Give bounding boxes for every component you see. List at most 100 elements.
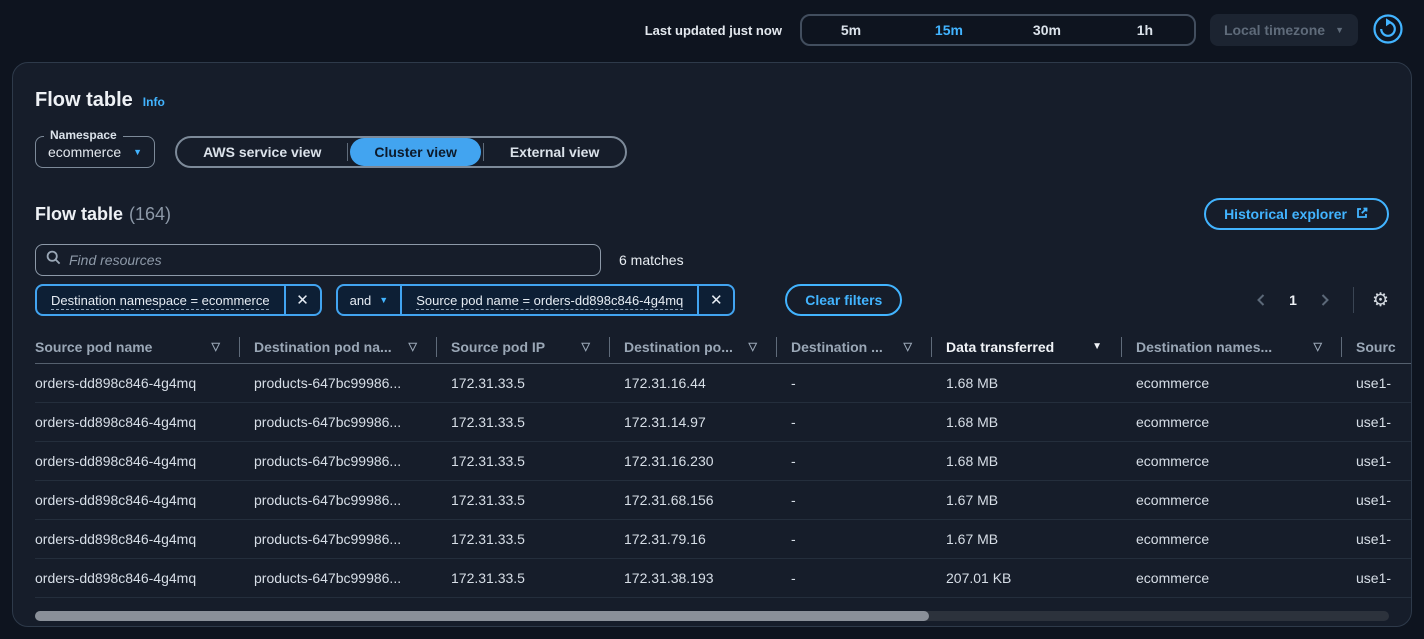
tools-divider bbox=[1353, 287, 1354, 313]
view-segmented-control: AWS service view Cluster view External v… bbox=[175, 136, 627, 168]
table-row[interactable]: orders-dd898c846-4g4mq products-647bc999… bbox=[35, 403, 1411, 442]
cell-destination-pod-name: products-647bc99986... bbox=[254, 375, 451, 391]
chevron-down-icon: ▼ bbox=[379, 296, 388, 305]
cell-destination-pod-ip: 172.31.16.230 bbox=[624, 453, 791, 469]
clear-filters-label: Clear filters bbox=[805, 292, 882, 308]
filter-triangle-icon[interactable]: ▽ bbox=[582, 340, 590, 353]
search-icon bbox=[46, 250, 61, 270]
table-row[interactable]: orders-dd898c846-4g4mq products-647bc999… bbox=[35, 559, 1411, 598]
close-icon[interactable]: ✕ bbox=[286, 286, 320, 314]
cell-source-pod-name: orders-dd898c846-4g4mq bbox=[35, 414, 254, 430]
column-header-destination-namespace[interactable]: Destination names... ▽ bbox=[1136, 330, 1356, 363]
filter-row: Destination namespace = ecommerce ✕ and … bbox=[35, 284, 1389, 316]
match-count: 6 matches bbox=[619, 252, 684, 268]
search-input[interactable] bbox=[69, 252, 590, 268]
cell-source-pod-name: orders-dd898c846-4g4mq bbox=[35, 453, 254, 469]
gear-icon[interactable]: ⚙ bbox=[1372, 291, 1389, 310]
cell-destination-namespace: ecommerce bbox=[1136, 492, 1356, 508]
namespace-select[interactable]: Namespace ecommerce ▼ bbox=[35, 136, 155, 168]
time-range-1h[interactable]: 1h bbox=[1096, 16, 1194, 44]
column-header-source-pod-ip[interactable]: Source pod IP ▽ bbox=[451, 330, 624, 363]
tab-external-view[interactable]: External view bbox=[486, 138, 624, 166]
filter-triangle-icon[interactable]: ▽ bbox=[1314, 340, 1322, 353]
cell-destination-pod-name: products-647bc99986... bbox=[254, 414, 451, 430]
table-header-row: Source pod name ▽ Destination pod na... … bbox=[35, 330, 1411, 364]
table-row[interactable]: orders-dd898c846-4g4mq products-647bc999… bbox=[35, 520, 1411, 559]
cell-source-pod-name: orders-dd898c846-4g4mq bbox=[35, 375, 254, 391]
next-page-button[interactable] bbox=[1315, 289, 1335, 311]
segment-divider bbox=[483, 143, 484, 161]
horizontal-scrollbar-thumb[interactable] bbox=[35, 611, 929, 621]
panel-header: Flow table Info bbox=[13, 63, 1411, 112]
cell-source-clipped: use1- bbox=[1356, 453, 1411, 469]
search-row: 6 matches bbox=[35, 244, 1389, 276]
filter-triangle-icon[interactable]: ▽ bbox=[749, 340, 757, 353]
cell-source-clipped: use1- bbox=[1356, 492, 1411, 508]
filter-triangle-icon[interactable]: ▽ bbox=[212, 340, 220, 353]
cell-destination-pod-ip: 172.31.38.193 bbox=[624, 570, 791, 586]
cell-destination-namespace: ecommerce bbox=[1136, 414, 1356, 430]
chevron-down-icon: ▼ bbox=[1335, 26, 1344, 35]
filter-triangle-icon[interactable]: ▽ bbox=[904, 340, 912, 353]
historical-explorer-label: Historical explorer bbox=[1224, 206, 1347, 222]
column-divider bbox=[239, 337, 240, 357]
column-header-destination-pod-name[interactable]: Destination pod na... ▽ bbox=[254, 330, 451, 363]
segment-divider bbox=[347, 143, 348, 161]
column-header-source-pod-name[interactable]: Source pod name ▽ bbox=[35, 330, 254, 363]
time-range-control: 5m 15m 30m 1h bbox=[800, 14, 1196, 46]
cell-destination: - bbox=[791, 414, 946, 430]
cell-source-pod-ip: 172.31.33.5 bbox=[451, 453, 624, 469]
table-row[interactable]: orders-dd898c846-4g4mq products-647bc999… bbox=[35, 481, 1411, 520]
cell-source-clipped: use1- bbox=[1356, 414, 1411, 430]
column-label: Destination ... bbox=[791, 339, 883, 355]
column-divider bbox=[776, 337, 777, 357]
cell-destination-namespace: ecommerce bbox=[1136, 531, 1356, 547]
time-range-30m[interactable]: 30m bbox=[998, 16, 1096, 44]
cell-destination-pod-ip: 172.31.79.16 bbox=[624, 531, 791, 547]
flow-table: Source pod name ▽ Destination pod na... … bbox=[35, 330, 1411, 598]
close-icon[interactable]: ✕ bbox=[699, 286, 733, 314]
time-range-5m[interactable]: 5m bbox=[802, 16, 900, 44]
time-range-15m[interactable]: 15m bbox=[900, 16, 998, 44]
cell-data-transferred: 1.68 MB bbox=[946, 453, 1136, 469]
tab-cluster-view[interactable]: Cluster view bbox=[350, 138, 480, 166]
table-title-text: Flow table bbox=[35, 204, 123, 224]
historical-explorer-button[interactable]: Historical explorer bbox=[1204, 198, 1389, 230]
cell-destination-namespace: ecommerce bbox=[1136, 570, 1356, 586]
refresh-icon bbox=[1372, 13, 1404, 48]
cell-source-pod-name: orders-dd898c846-4g4mq bbox=[35, 531, 254, 547]
info-link[interactable]: Info bbox=[143, 95, 165, 109]
filter-chip-label[interactable]: Destination namespace = ecommerce bbox=[37, 293, 284, 308]
table-row[interactable]: orders-dd898c846-4g4mq products-647bc999… bbox=[35, 442, 1411, 481]
filter-chip-label[interactable]: Source pod name = orders-dd898c846-4g4mq bbox=[402, 293, 697, 308]
column-header-source-clipped[interactable]: Sourc bbox=[1356, 330, 1411, 363]
cell-destination: - bbox=[791, 531, 946, 547]
previous-page-button[interactable] bbox=[1251, 289, 1271, 311]
sort-descending-icon[interactable]: ▼ bbox=[1092, 341, 1102, 352]
cell-destination-namespace: ecommerce bbox=[1136, 453, 1356, 469]
column-divider bbox=[1341, 337, 1342, 357]
page-number[interactable]: 1 bbox=[1281, 292, 1305, 308]
timezone-dropdown[interactable]: Local timezone ▼ bbox=[1210, 14, 1358, 46]
column-divider bbox=[1121, 337, 1122, 357]
cell-source-pod-ip: 172.31.33.5 bbox=[451, 492, 624, 508]
cell-source-clipped: use1- bbox=[1356, 570, 1411, 586]
cell-source-clipped: use1- bbox=[1356, 531, 1411, 547]
column-label: Destination po... bbox=[624, 339, 733, 355]
clear-filters-button[interactable]: Clear filters bbox=[785, 284, 902, 316]
table-tools: 1 ⚙ bbox=[1251, 287, 1389, 313]
namespace-select-value: ecommerce bbox=[48, 144, 121, 160]
column-label: Data transferred bbox=[946, 339, 1054, 355]
column-header-destination[interactable]: Destination ... ▽ bbox=[791, 330, 946, 363]
horizontal-scrollbar[interactable] bbox=[35, 611, 1389, 621]
page-title: Flow table bbox=[35, 89, 133, 112]
chevron-down-icon: ▼ bbox=[133, 148, 142, 157]
column-label: Source pod IP bbox=[451, 339, 545, 355]
column-header-data-transferred[interactable]: Data transferred ▼ bbox=[946, 330, 1136, 363]
table-row[interactable]: orders-dd898c846-4g4mq products-647bc999… bbox=[35, 364, 1411, 403]
tab-aws-service-view[interactable]: AWS service view bbox=[179, 138, 345, 166]
filter-triangle-icon[interactable]: ▽ bbox=[409, 340, 417, 353]
column-header-destination-pod-ip[interactable]: Destination po... ▽ bbox=[624, 330, 791, 363]
filter-operator-dropdown[interactable]: and ▼ bbox=[338, 293, 401, 308]
refresh-button[interactable] bbox=[1372, 13, 1404, 48]
